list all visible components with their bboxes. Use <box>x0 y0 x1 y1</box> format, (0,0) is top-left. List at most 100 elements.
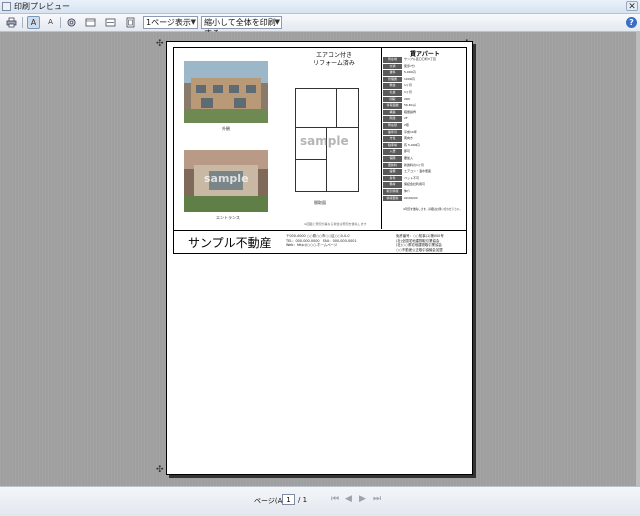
spec-label: 設備 <box>383 169 402 175</box>
spec-row: 保険 要加入 <box>383 156 467 162</box>
spec-row: 築年月 平成10年 <box>383 129 467 136</box>
window-title: 印刷プレビュー <box>14 2 70 11</box>
page-display-select[interactable]: 1ページ表示 ▼ <box>143 16 198 29</box>
sample-watermark: sample <box>204 172 249 185</box>
font-large-button[interactable]: A <box>27 16 40 29</box>
spec-label: 備考 <box>383 182 402 188</box>
spec-label: 礼金 <box>383 90 402 96</box>
printer-icon <box>6 17 17 28</box>
spec-label: 間取 <box>383 96 402 103</box>
vertical-scrollbar[interactable] <box>636 32 640 486</box>
spec-row: 条件 ペット不可 <box>383 175 467 182</box>
spec-row: 礼金 1ヶ月 <box>383 90 467 96</box>
spec-row: 間取 2DK <box>383 96 467 103</box>
flyer-image-panel: 外観 sample エントランス エアコン付き リフォーム済み sample 間… <box>174 48 380 229</box>
spec-row: 設備 エアコン・温水便座 <box>383 169 467 175</box>
title-bar: 印刷プレビュー ✕ <box>0 0 640 14</box>
spec-value: サンプル区〇〇町3丁目 <box>404 57 436 61</box>
app-icon <box>2 2 11 11</box>
spec-row: 駐車場有 5,000円 <box>383 142 467 149</box>
spec-note: ※現況を優先します。詳細はお問い合わせ下さい。 <box>403 208 462 211</box>
plan-caption: 間取図 <box>314 200 326 205</box>
spec-row: 入居 即可 <box>383 149 467 155</box>
spec-value: 平成10年 <box>404 129 417 134</box>
settings-button[interactable] <box>65 16 78 29</box>
spec-label: 条件 <box>383 175 402 182</box>
spec-value: 仲介 <box>404 189 411 193</box>
company-name: サンプル不動産 <box>188 236 272 250</box>
spec-row: 更新料 新賃料の1ヶ月 <box>383 162 467 169</box>
plan-note: ※図面と現況が異なる場合は現況を優先します <box>304 222 367 226</box>
spec-value: 保証会社利用可 <box>404 182 426 187</box>
status-bar: ページ(A) 1 / 1 ⏮ ◀ ▶ ⏭ <box>0 486 640 516</box>
margin-handle-bottom-left-icon[interactable]: ✣ <box>156 466 164 475</box>
spec-row: 交通 徒歩7分 <box>383 63 467 70</box>
company-license: 免許番号：○○知事(1)第000号 (社)全国宅地建物取引業協会 (社)○○県宅… <box>396 234 444 252</box>
fit-width-button[interactable] <box>104 16 117 29</box>
spec-label: 方位 <box>383 136 402 142</box>
fit-width-icon <box>105 18 116 27</box>
spec-value: 2F <box>404 116 408 121</box>
spec-value: 00/00/00 <box>404 195 418 200</box>
spec-row: 備考 保証会社利用可 <box>383 182 467 188</box>
spec-row: 管理費 1000円 <box>383 76 467 83</box>
spec-row: 取引態様 仲介 <box>383 189 467 195</box>
help-button[interactable]: ? <box>626 17 637 28</box>
spec-value: 軽量鉄骨 <box>404 109 417 114</box>
page-label: ページ(A) <box>254 497 286 505</box>
one-page-button[interactable] <box>84 16 97 29</box>
spec-value: 南向き <box>404 136 414 141</box>
spec-label: 駐車場 <box>383 142 402 149</box>
margin-handle-top-left-icon[interactable]: ✣ <box>156 40 164 49</box>
spec-value: 有 5,000円 <box>404 142 420 147</box>
spec-value: 即可 <box>404 149 411 154</box>
next-page-icon[interactable]: ▶ <box>359 494 366 504</box>
chevron-down-icon: ▼ <box>274 18 280 26</box>
spec-label: 入居 <box>383 149 402 155</box>
spec-value: ペット不可 <box>404 175 420 180</box>
spec-label: 専有面積 <box>383 103 402 109</box>
plan-title: エアコン付き リフォーム済み <box>313 52 355 67</box>
toolbar-separator <box>22 17 23 28</box>
spec-label: 構造 <box>383 109 402 116</box>
fit-page-button[interactable] <box>124 16 137 29</box>
spec-value: エアコン・温水便座 <box>404 169 432 174</box>
spec-row: 専有面積 56.60㎡ <box>383 103 467 109</box>
preview-page: 外観 sample エントランス エアコン付き リフォーム済み sample 間… <box>166 41 473 475</box>
previous-page-icon[interactable]: ◀ <box>345 494 352 504</box>
spec-row: 構造 軽量鉄骨 <box>383 109 467 116</box>
spec-row: 情報更新 00/00/00 <box>383 195 467 202</box>
spec-value: 5,000円 <box>404 70 416 75</box>
last-page-icon[interactable]: ⏭ <box>373 494 381 504</box>
chevron-down-icon: ▼ <box>190 18 196 26</box>
spec-label: 所在地 <box>383 57 402 63</box>
close-button[interactable]: ✕ <box>626 1 638 12</box>
font-small-button[interactable]: A <box>44 16 57 29</box>
spec-label: 保険 <box>383 156 402 162</box>
spec-label: 築年月 <box>383 129 402 136</box>
spec-label: 階建 <box>383 116 402 122</box>
spec-label: 所在階 <box>383 123 402 129</box>
page-number-input[interactable]: 1 <box>282 494 295 505</box>
spec-row: 賃料 5,000円 <box>383 70 467 76</box>
property-flyer: 外観 sample エントランス エアコン付き リフォーム済み sample 間… <box>173 47 467 254</box>
print-button[interactable] <box>5 16 18 29</box>
spec-value: 要加入 <box>404 156 414 160</box>
spec-value: 徒歩7分 <box>404 63 415 68</box>
spec-label: 敷金 <box>383 83 402 89</box>
first-page-icon[interactable]: ⏮ <box>331 494 339 504</box>
spec-value: 2階 <box>404 123 409 127</box>
gear-icon <box>67 18 76 27</box>
scale-select[interactable]: 縮小して全体を印刷する ▼ <box>201 16 282 38</box>
spec-label: 情報更新 <box>383 195 402 202</box>
company-band: サンプル不動産 〒000-0000 ○○県○○市○○区○○0-0-0 TEL：0… <box>174 230 466 254</box>
spec-label: 更新料 <box>383 162 402 169</box>
spec-value: 56.60㎡ <box>404 103 416 108</box>
spec-row: 階建 2F <box>383 116 467 122</box>
spec-value: 1ヶ月 <box>404 83 412 88</box>
spec-value: 新賃料の1ヶ月 <box>404 162 424 167</box>
page-view-icon <box>85 18 96 27</box>
photo-caption: エントランス <box>216 215 240 220</box>
font-large-icon: A <box>30 18 37 27</box>
sample-watermark: sample <box>300 134 349 148</box>
